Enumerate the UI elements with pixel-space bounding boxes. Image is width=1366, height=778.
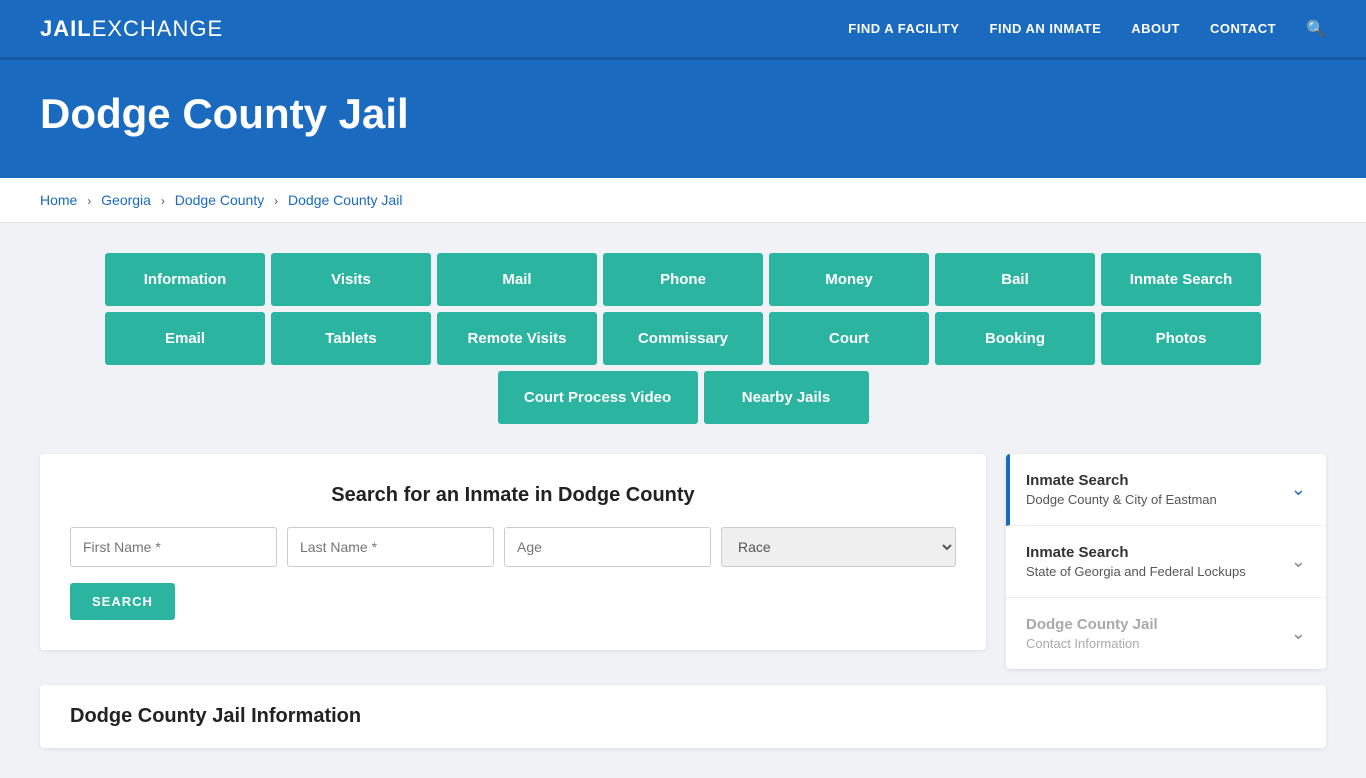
breadcrumb-sep-3: › <box>274 194 278 208</box>
sidebar-item-text-2: Inmate Search State of Georgia and Feder… <box>1026 544 1246 579</box>
last-name-input[interactable] <box>287 527 494 567</box>
sidebar-item-title-2: Inmate Search <box>1026 544 1246 561</box>
breadcrumb-sep-1: › <box>87 194 91 208</box>
main-content: Information Visits Mail Phone Money Bail… <box>0 223 1366 778</box>
btn-visits[interactable]: Visits <box>271 253 431 306</box>
breadcrumb-current: Dodge County Jail <box>288 192 402 208</box>
btn-nearby-jails[interactable]: Nearby Jails <box>704 371 869 424</box>
btn-court[interactable]: Court <box>769 312 929 365</box>
hero-section: Dodge County Jail <box>0 60 1366 178</box>
first-name-input[interactable] <box>70 527 277 567</box>
search-icon[interactable]: 🔍 <box>1306 19 1326 39</box>
inmate-search-box: Search for an Inmate in Dodge County Rac… <box>40 454 986 650</box>
btn-commissary[interactable]: Commissary <box>603 312 763 365</box>
search-button[interactable]: SEARCH <box>70 583 175 620</box>
breadcrumb-dodge-county[interactable]: Dodge County <box>175 192 265 208</box>
breadcrumb-georgia[interactable]: Georgia <box>101 192 151 208</box>
logo-exchange: EXCHANGE <box>92 16 223 41</box>
sidebar-item-contact-info[interactable]: Dodge County Jail Contact Information ⌄ <box>1006 598 1326 669</box>
sidebar-item-text-3: Dodge County Jail Contact Information <box>1026 616 1158 651</box>
sidebar-item-title-1: Inmate Search <box>1026 472 1217 489</box>
btn-bail[interactable]: Bail <box>935 253 1095 306</box>
btn-row-2: Email Tablets Remote Visits Commissary C… <box>40 312 1326 365</box>
chevron-down-icon-1: ⌄ <box>1291 479 1306 500</box>
navbar: JAILEXCHANGE FIND A FACILITY FIND AN INM… <box>0 0 1366 60</box>
sidebar-item-inmate-search-1[interactable]: Inmate Search Dodge County & City of Eas… <box>1006 454 1326 526</box>
jail-info-title: Dodge County Jail Information <box>70 705 1296 728</box>
feature-button-grid: Information Visits Mail Phone Money Bail… <box>40 253 1326 424</box>
btn-information[interactable]: Information <box>105 253 265 306</box>
age-input[interactable] <box>504 527 711 567</box>
btn-remote-visits[interactable]: Remote Visits <box>437 312 597 365</box>
sidebar-item-title-3: Dodge County Jail <box>1026 616 1158 633</box>
chevron-down-icon-3: ⌄ <box>1291 623 1306 644</box>
lower-section: Search for an Inmate in Dodge County Rac… <box>40 454 1326 669</box>
search-form-title: Search for an Inmate in Dodge County <box>70 484 956 507</box>
btn-inmate-search[interactable]: Inmate Search <box>1101 253 1261 306</box>
nav-find-facility[interactable]: FIND A FACILITY <box>848 21 959 36</box>
sidebar: Inmate Search Dodge County & City of Eas… <box>1006 454 1326 669</box>
race-select[interactable]: Race White Black Hispanic Asian Other <box>721 527 956 567</box>
sidebar-item-subtitle-1: Dodge County & City of Eastman <box>1026 492 1217 507</box>
nav-links: FIND A FACILITY FIND AN INMATE ABOUT CON… <box>848 19 1326 39</box>
sidebar-item-subtitle-2: State of Georgia and Federal Lockups <box>1026 564 1246 579</box>
search-form-fields: Race White Black Hispanic Asian Other <box>70 527 956 567</box>
breadcrumb-home[interactable]: Home <box>40 192 77 208</box>
btn-row-1: Information Visits Mail Phone Money Bail… <box>40 253 1326 306</box>
btn-row-3: Court Process Video Nearby Jails <box>40 371 1326 424</box>
nav-contact[interactable]: CONTACT <box>1210 21 1276 36</box>
btn-phone[interactable]: Phone <box>603 253 763 306</box>
btn-tablets[interactable]: Tablets <box>271 312 431 365</box>
logo-jail: JAIL <box>40 16 92 41</box>
btn-mail[interactable]: Mail <box>437 253 597 306</box>
jail-info-section: Dodge County Jail Information <box>40 685 1326 748</box>
nav-find-inmate[interactable]: FIND AN INMATE <box>990 21 1102 36</box>
btn-email[interactable]: Email <box>105 312 265 365</box>
btn-court-process-video[interactable]: Court Process Video <box>498 371 698 424</box>
chevron-down-icon-2: ⌄ <box>1291 551 1306 572</box>
nav-about[interactable]: ABOUT <box>1131 21 1180 36</box>
breadcrumb: Home › Georgia › Dodge County › Dodge Co… <box>0 178 1366 223</box>
btn-booking[interactable]: Booking <box>935 312 1095 365</box>
page-title: Dodge County Jail <box>40 90 1326 138</box>
sidebar-item-text-1: Inmate Search Dodge County & City of Eas… <box>1026 472 1217 507</box>
btn-photos[interactable]: Photos <box>1101 312 1261 365</box>
breadcrumb-sep-2: › <box>161 194 165 208</box>
sidebar-item-subtitle-3: Contact Information <box>1026 636 1158 651</box>
btn-money[interactable]: Money <box>769 253 929 306</box>
sidebar-item-inmate-search-2[interactable]: Inmate Search State of Georgia and Feder… <box>1006 526 1326 598</box>
site-logo[interactable]: JAILEXCHANGE <box>40 16 223 42</box>
